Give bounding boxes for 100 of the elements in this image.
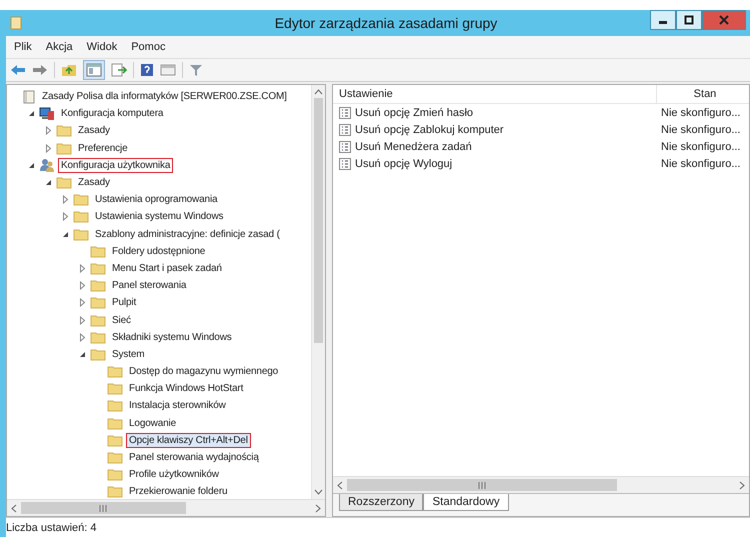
expand-arrow-icon[interactable] [78,264,87,273]
scroll-right-icon[interactable] [739,480,745,490]
app-icon [10,16,22,30]
tree-item[interactable]: Składniki systemu Windows [109,330,235,345]
folder-icon [90,314,106,327]
tree-item[interactable]: Konfiguracja użytkownika [58,158,174,173]
tree-item[interactable]: Panel sterowania wydajnością [126,450,262,466]
tree-item[interactable]: Zasady [75,123,113,138]
console-tree-icon[interactable] [83,60,105,80]
help-icon[interactable] [140,63,154,77]
tree-item[interactable]: Dostęp do magazynu wymiennego [126,364,282,380]
view-tab[interactable]: Rozszerzony [339,494,424,511]
folder-icon [107,382,123,396]
setting-name[interactable]: Usuń Menedżera zadań [355,140,472,152]
setting-state: Nie skonfiguro... [660,106,742,118]
tree-item[interactable]: Funkcja Windows HotStart [126,381,246,396]
expand-arrow-icon[interactable] [78,298,87,308]
setting-name[interactable]: Usuń opcję Zmień hasło [355,106,474,118]
setting-name[interactable]: Usuń opcję Zablokuj komputer [355,124,504,136]
collapse-arrow-icon[interactable] [61,230,70,239]
collapse-arrow-icon[interactable] [27,109,36,118]
scroll-down-icon[interactable] [314,489,323,495]
computer-icon [39,106,55,121]
folder-up-icon[interactable] [61,63,77,77]
horizontal-scrollbar[interactable] [7,499,325,516]
tree-item[interactable]: Logowanie [126,416,180,431]
tree-item[interactable]: Zasady Polisa dla informatyków [SERWER00.ZSE.COM] [39,89,290,104]
setting-icon [339,158,351,170]
setting-state: Nie skonfiguro... [660,158,742,170]
setting-icon [339,106,351,118]
expand-arrow-icon[interactable] [61,212,70,222]
setting-state: Nie skonfiguro... [660,140,742,152]
menu-item[interactable]: Akcja [46,41,73,53]
horizontal-scrollbar[interactable] [333,476,749,494]
tree-item[interactable]: Menu Start i pasek zadań [109,260,225,276]
tree-item[interactable]: Instalacja sterowników [126,398,229,414]
scrollbar-thumb[interactable] [314,98,323,343]
scroll-left-icon[interactable] [337,480,343,490]
folder-icon [90,330,106,344]
tree-item[interactable]: Przekierowanie folderu [126,484,230,499]
column-header[interactable]: Stan [657,85,749,103]
tree-item[interactable]: Ustawienia systemu Windows [92,209,226,224]
tree-item[interactable]: Szablony administracyjne: definicje zasad ( [92,226,283,242]
folder-icon [56,176,72,190]
folder-icon [107,416,123,430]
tree-item[interactable]: Panel sterowania [109,278,190,294]
filter-icon[interactable] [189,63,203,77]
setting-name[interactable]: Usuń opcję Wyloguj [355,158,452,170]
collapse-arrow-icon[interactable] [27,160,36,170]
window-icon[interactable] [160,63,176,77]
expand-arrow-icon[interactable] [61,195,70,204]
policy-book-icon [22,90,36,104]
tree-item[interactable]: Preferencje [75,140,130,156]
folder-icon [90,262,106,275]
expand-arrow-icon[interactable] [44,144,53,153]
folder-icon [107,468,123,482]
status-text: Liczba ustawień: 4 [6,522,96,534]
tree-item[interactable]: Ustawienia oprogramowania [92,192,220,208]
tree-item[interactable]: Pulpit [109,295,140,310]
menu-item[interactable]: Pomoc [131,41,166,53]
tree-item[interactable]: Zasady [75,175,113,190]
tree-item[interactable]: Opcje klawiszy Ctrl+Alt+Del [126,432,251,448]
minimize-button[interactable] [650,10,676,30]
expand-arrow-icon[interactable] [78,281,87,290]
menu-item[interactable]: Widok [86,41,118,53]
tree-item[interactable]: Profile użytkowników [126,467,222,482]
setting-state: Nie skonfiguro... [660,124,742,136]
setting-icon [339,124,351,136]
view-tab[interactable]: Standardowy [423,494,509,511]
scrollbar-thumb[interactable] [21,502,186,514]
menu-item[interactable]: Plik [14,41,32,53]
forward-arrow-icon[interactable] [32,63,48,77]
folder-icon [107,365,123,378]
collapse-arrow-icon[interactable] [44,178,53,188]
expand-arrow-icon[interactable] [78,332,87,342]
tree-item[interactable]: System [109,346,148,362]
maximize-icon [684,15,694,25]
folder-icon [107,451,123,464]
expand-arrow-icon[interactable] [44,126,53,136]
scroll-right-icon[interactable] [315,504,321,512]
column-header[interactable]: Ustawienie [333,85,657,103]
expand-arrow-icon[interactable] [78,316,87,325]
back-arrow-icon[interactable] [10,63,26,77]
folder-icon [90,244,106,258]
scrollbar-thumb[interactable] [347,479,617,491]
vertical-scrollbar[interactable] [311,85,325,499]
folder-icon [73,228,89,241]
scroll-up-icon[interactable] [314,89,323,95]
close-button[interactable] [702,10,746,30]
folder-icon [90,279,106,292]
tree-item[interactable]: Konfiguracja komputera [58,106,166,122]
collapse-arrow-icon[interactable] [78,350,87,359]
folder-icon [107,434,123,447]
maximize-button[interactable] [676,10,702,30]
tree-item[interactable]: Foldery udostępnione [109,244,208,259]
tree-item[interactable]: Sieć [109,312,134,328]
export-icon[interactable] [111,63,127,77]
scroll-left-icon[interactable] [11,504,17,512]
folder-icon [56,142,72,155]
folder-icon [107,399,123,412]
